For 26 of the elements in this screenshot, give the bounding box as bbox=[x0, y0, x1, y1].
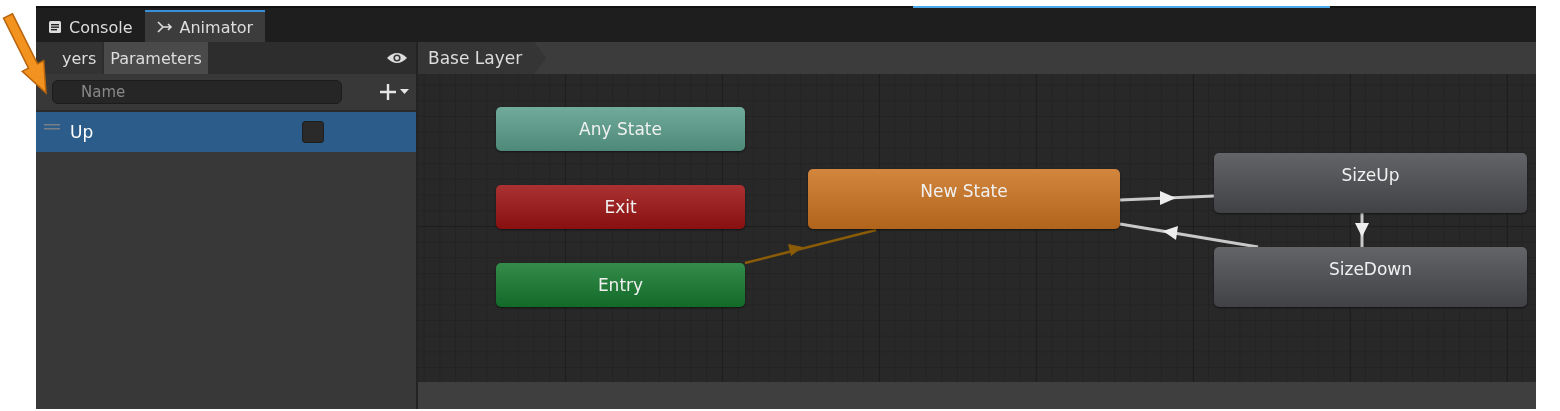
state-node[interactable]: SizeDown bbox=[1214, 247, 1527, 307]
branch-icon bbox=[156, 20, 173, 34]
panel-tab[interactable]: Parameters bbox=[104, 42, 208, 74]
breadcrumb[interactable]: Base Layer bbox=[418, 42, 547, 74]
transition-arrow[interactable] bbox=[1119, 191, 1215, 205]
transition-arrow[interactable] bbox=[1355, 213, 1369, 247]
state-name: New State bbox=[920, 181, 1008, 201]
state-name: Any State bbox=[579, 119, 662, 139]
add-dropdown-button[interactable] bbox=[378, 82, 410, 102]
parameter-row[interactable]: Up bbox=[36, 112, 416, 152]
state-name: Exit bbox=[604, 197, 637, 217]
window-tab[interactable]: Animator bbox=[144, 10, 266, 42]
search-field[interactable]: Name bbox=[52, 80, 342, 104]
state-name: SizeDown bbox=[1328, 259, 1413, 279]
state-name: Entry bbox=[597, 275, 644, 295]
parameter-name: Up bbox=[70, 122, 95, 142]
checkbox[interactable] bbox=[302, 121, 324, 143]
state-name: SizeUp bbox=[1341, 165, 1400, 185]
eye-icon[interactable] bbox=[386, 51, 408, 65]
state-node[interactable]: Entry bbox=[496, 263, 745, 307]
state-node[interactable]: SizeUp bbox=[1214, 153, 1527, 213]
drag-handle-icon[interactable] bbox=[44, 123, 60, 131]
panel-tab[interactable]: yers bbox=[36, 42, 103, 74]
console-icon bbox=[48, 20, 62, 34]
state-node[interactable]: Exit bbox=[496, 185, 745, 229]
window-tab[interactable]: Console bbox=[36, 10, 145, 42]
